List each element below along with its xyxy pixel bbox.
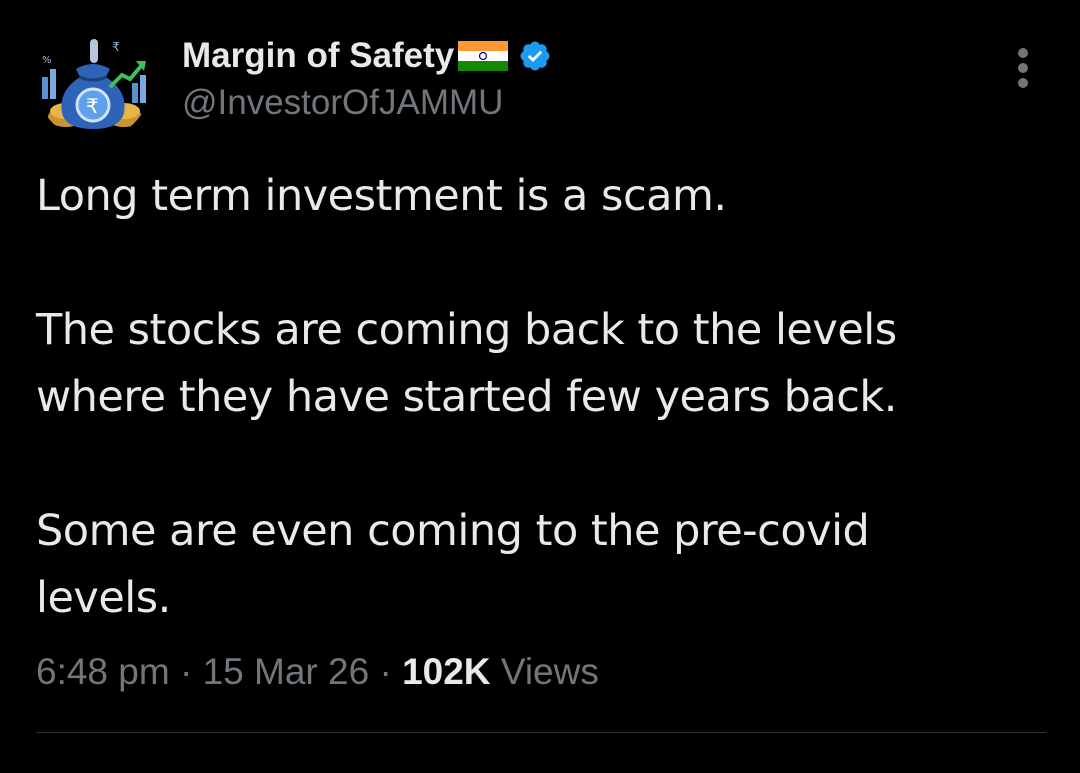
tweet-meta: 6:48 pm · 15 Mar 26 · 102K Views bbox=[36, 651, 599, 693]
more-options-icon[interactable] bbox=[1012, 48, 1034, 88]
views-count[interactable]: 102K bbox=[402, 651, 490, 692]
tweet-time[interactable]: 6:48 pm bbox=[36, 651, 170, 692]
avatar[interactable]: % ₹ ₹ bbox=[36, 25, 151, 140]
tweet-paragraph: The stocks are coming back to the levels… bbox=[36, 305, 897, 422]
author-handle[interactable]: @InvestorOfJAMMU bbox=[182, 83, 552, 123]
more-dot bbox=[1018, 78, 1028, 88]
views-label: Views bbox=[500, 651, 599, 692]
meta-separator: · bbox=[179, 651, 193, 692]
tweet: % ₹ ₹ Margin of Safety @InvestorOfJAMMU … bbox=[0, 0, 1080, 773]
svg-text:₹: ₹ bbox=[112, 40, 120, 54]
svg-text:%: % bbox=[42, 55, 52, 66]
more-dot bbox=[1018, 63, 1028, 73]
tweet-date[interactable]: 15 Mar 26 bbox=[203, 651, 370, 692]
meta-separator: · bbox=[379, 651, 392, 692]
svg-text:₹: ₹ bbox=[86, 94, 99, 118]
more-dot bbox=[1018, 48, 1028, 58]
tweet-paragraph: Long term investment is a scam. bbox=[36, 171, 727, 221]
india-flag-icon bbox=[458, 41, 509, 71]
tweet-text: Long term investment is a scam. The stoc… bbox=[36, 163, 1036, 632]
tweet-paragraph: Some are even coming to the pre-covid le… bbox=[36, 506, 870, 623]
author-block: Margin of Safety @InvestorOfJAMMU bbox=[182, 33, 552, 123]
verified-badge-icon[interactable] bbox=[518, 39, 552, 73]
display-name[interactable]: Margin of Safety bbox=[182, 36, 454, 76]
name-row: Margin of Safety bbox=[182, 33, 552, 79]
divider bbox=[36, 732, 1046, 733]
money-bag-avatar-icon: % ₹ ₹ bbox=[36, 25, 151, 140]
